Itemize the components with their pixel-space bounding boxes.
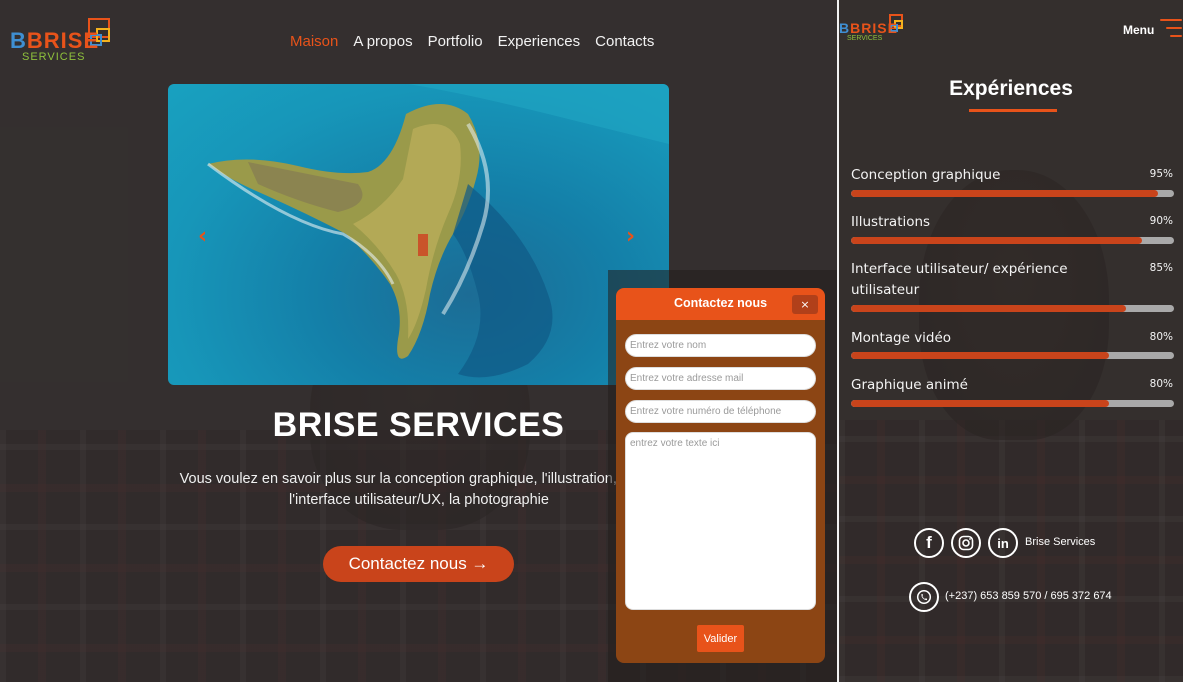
hero-description-line-1: Vous voulez en savoir plus sur la concep… (179, 471, 659, 487)
social-name[interactable]: Brise Services (1025, 536, 1095, 548)
logo-sub: SERVICES (22, 51, 86, 63)
phone-field[interactable] (625, 400, 816, 423)
nav-item-a-propos[interactable]: A propos (353, 33, 412, 50)
name-field[interactable] (625, 334, 816, 357)
nav-item-experiences[interactable]: Experiences (498, 33, 581, 50)
skill-percent: 80% (1149, 331, 1173, 343)
skill-bar-fill (851, 190, 1158, 197)
skill-percent: 95% (1149, 168, 1173, 180)
linkedin-icon[interactable]: in (988, 528, 1018, 558)
skill-percent: 90% (1149, 215, 1173, 227)
contact-us-button[interactable]: Contactez nous → (323, 546, 514, 582)
skill-bar-fill (851, 237, 1142, 244)
email-field[interactable] (625, 367, 816, 390)
hero-description-line-2: l'interface utilisateur/UX, la photograp… (289, 492, 549, 508)
skill-label: Montage vidéo (851, 330, 952, 346)
skill-bar-fill (851, 400, 1110, 407)
facebook-icon[interactable]: f (914, 528, 944, 558)
skill-bar (851, 237, 1174, 244)
instagram-icon[interactable] (951, 528, 981, 558)
hamburger-menu-icon[interactable] (1160, 18, 1182, 38)
logo-word: BRISE (850, 20, 898, 36)
menu-label[interactable]: Menu (1123, 23, 1154, 37)
nav-item-contacts[interactable]: Contacts (595, 33, 654, 50)
hero-carousel[interactable]: ‹ › (168, 84, 669, 385)
brand-logo[interactable]: BBRISE SERVICES (10, 16, 120, 70)
carousel-prev-icon[interactable]: ‹ (198, 224, 207, 249)
island-aerial-image (168, 84, 669, 378)
carousel-next-icon[interactable]: › (626, 224, 635, 249)
contact-modal: Contactez nous × Valider (616, 288, 825, 663)
whatsapp-icon[interactable] (909, 582, 939, 612)
title-underline (969, 109, 1057, 112)
skill-bar (851, 190, 1174, 197)
modal-header: Contactez nous × (616, 288, 825, 320)
logo-sub: SERVICES (847, 35, 883, 42)
skill-percent: 80% (1149, 378, 1173, 390)
skill-bar-fill (851, 305, 1126, 312)
skill-label: Conception graphique (851, 167, 1001, 183)
section-title: Expériences (949, 77, 1073, 100)
nav-item-maison[interactable]: Maison (290, 33, 338, 50)
skill-percent: 85% (1149, 262, 1173, 274)
submit-button[interactable]: Valider (697, 625, 744, 652)
skill-bar (851, 305, 1174, 312)
skill-label: Graphique animé (851, 377, 968, 393)
phone-number[interactable]: (+237) 653 859 570 / 695 372 674 (945, 590, 1112, 602)
brand-logo[interactable]: BBRISE SERVICES (839, 12, 909, 48)
skill-label: Interface utilisateur/ expérience utilis… (851, 261, 1068, 298)
skill-label: Illustrations (851, 214, 931, 230)
message-field[interactable] (625, 432, 816, 610)
hero-title: BRISE SERVICES (272, 406, 565, 444)
main-nav: Maison A propos Portfolio Experiences Co… (290, 33, 654, 50)
skill-bar (851, 352, 1174, 359)
skill-bar (851, 400, 1174, 407)
logo-word: BRISE (26, 28, 100, 53)
close-icon[interactable]: × (792, 295, 818, 314)
skill-bar-fill (851, 352, 1110, 359)
nav-item-portfolio[interactable]: Portfolio (428, 33, 483, 50)
mobile-view: BBRISE SERVICES Menu Expériences Concept… (839, 0, 1183, 682)
